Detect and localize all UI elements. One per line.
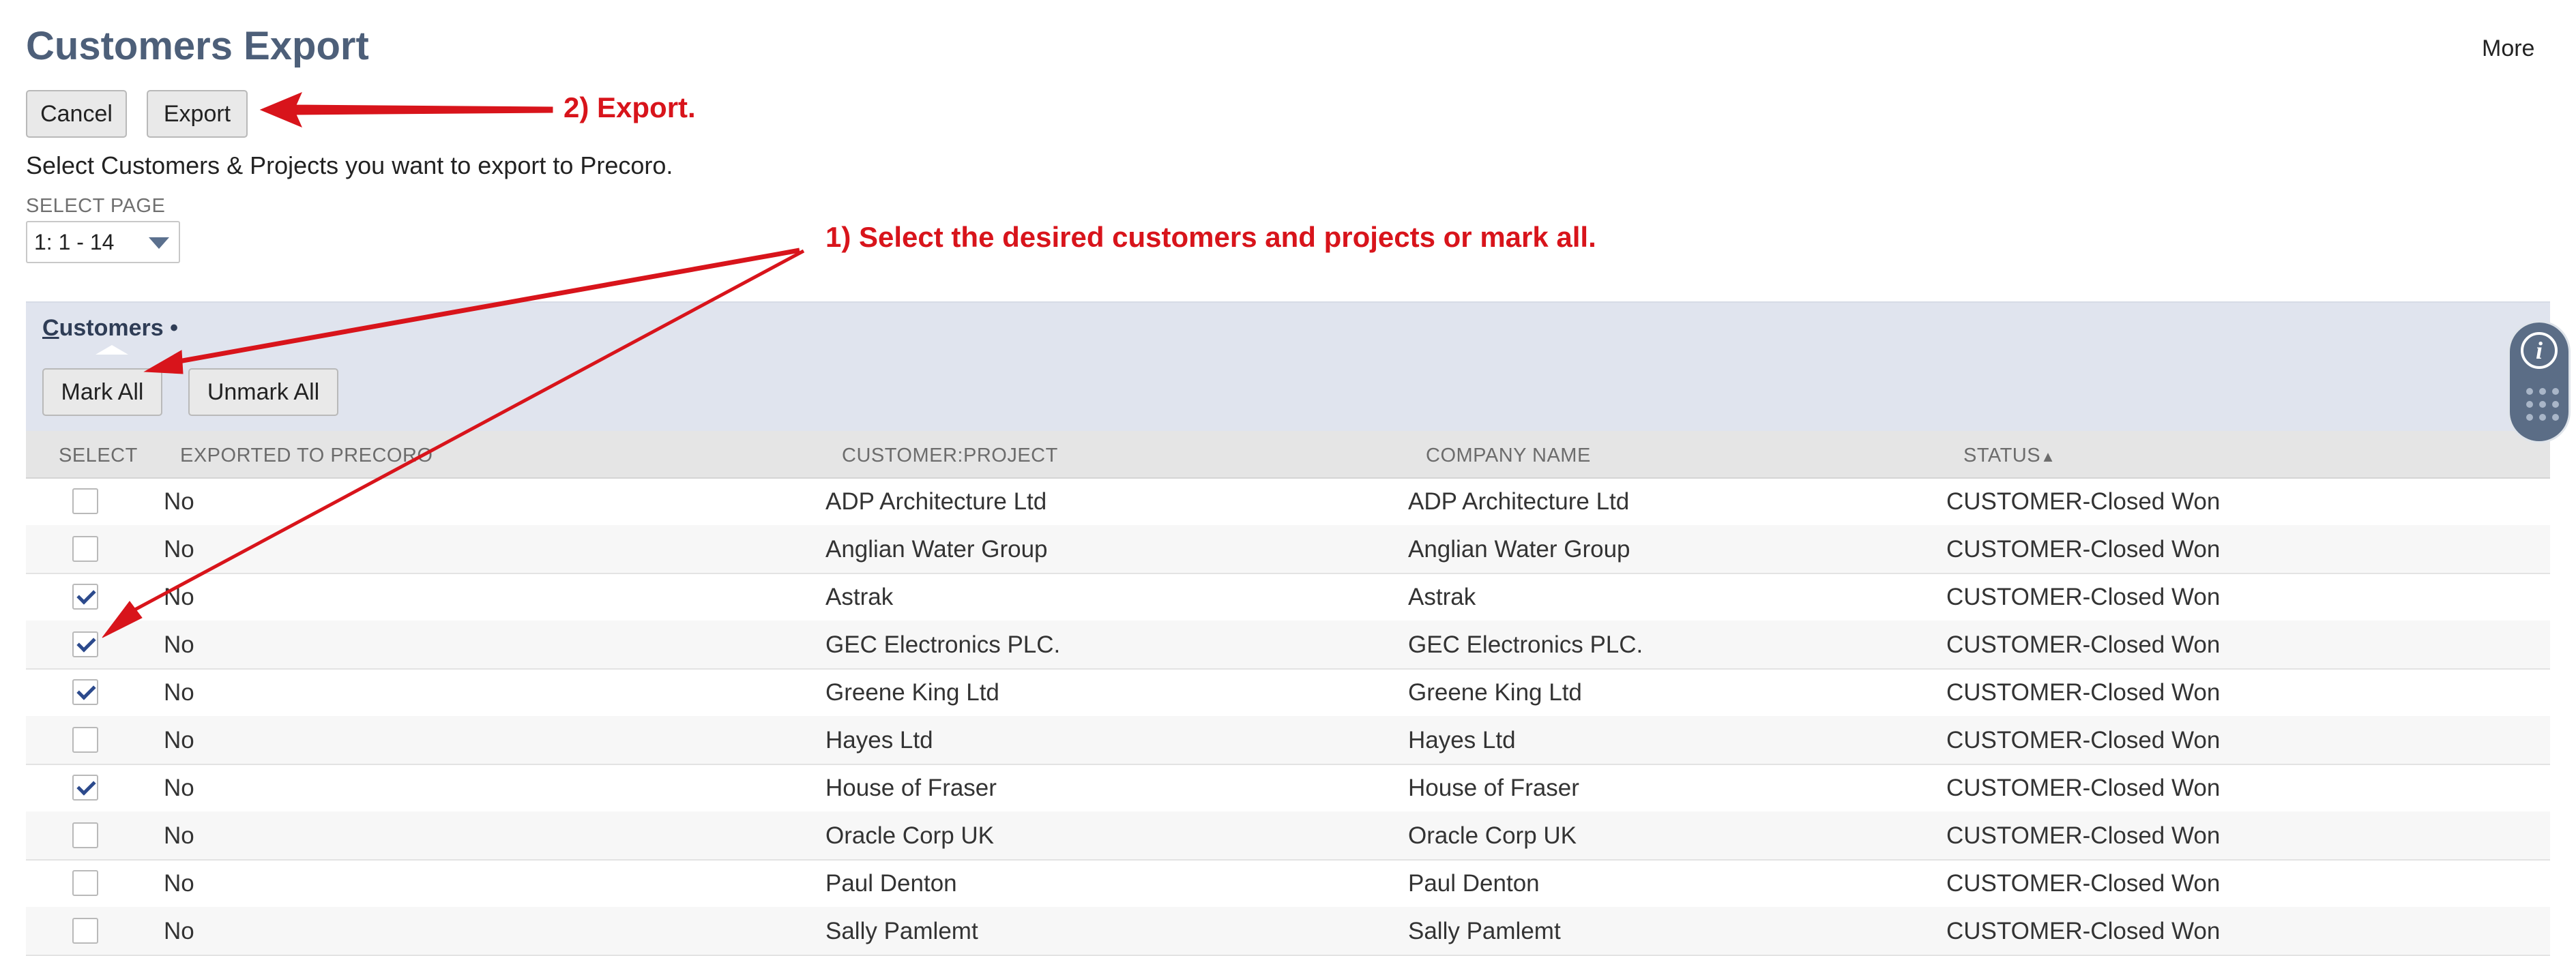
- export-button[interactable]: Export: [147, 90, 248, 138]
- company-name-cell: Hayes Ltd: [1408, 727, 1516, 753]
- page-title: Customers Export: [26, 24, 369, 68]
- side-help-widget[interactable]: i: [2508, 320, 2571, 443]
- company-name-cell: Oracle Corp UK: [1408, 822, 1577, 849]
- more-menu-link[interactable]: More: [2482, 35, 2534, 62]
- tab-customers-access-key: C: [42, 314, 59, 341]
- status-cell: CUSTOMER-Closed Won: [1946, 822, 2221, 849]
- grid-dots-icon[interactable]: [2526, 388, 2559, 421]
- chevron-down-icon: [149, 237, 169, 249]
- company-name-cell: House of Fraser: [1408, 775, 1579, 801]
- exported-cell: No: [164, 536, 194, 563]
- column-header-select[interactable]: SELECT: [59, 445, 138, 467]
- column-header-company-name[interactable]: COMPANY NAME: [1426, 445, 1591, 467]
- status-cell: CUSTOMER-Closed Won: [1946, 679, 2221, 706]
- column-header-status-label: STATUS: [1963, 445, 2041, 466]
- status-cell: CUSTOMER-Closed Won: [1946, 584, 2221, 610]
- status-cell: CUSTOMER-Closed Won: [1946, 918, 2221, 944]
- customer-project-cell[interactable]: Paul Denton: [825, 870, 957, 897]
- sort-ascending-icon: ▲: [2040, 448, 2056, 465]
- table-row: No GEC Electronics PLC. GEC Electronics PL…: [26, 621, 2550, 670]
- exported-cell: No: [164, 918, 194, 944]
- company-name-cell: Astrak: [1408, 584, 1476, 610]
- column-header-exported[interactable]: EXPORTED TO PRECORO: [180, 445, 433, 467]
- exported-cell: No: [164, 775, 194, 801]
- exported-cell: No: [164, 584, 194, 610]
- select-checkbox[interactable]: [72, 918, 98, 944]
- select-checkbox[interactable]: [72, 870, 98, 896]
- company-name-cell: GEC Electronics PLC.: [1408, 631, 1643, 658]
- select-checkbox[interactable]: [72, 679, 98, 705]
- select-checkbox[interactable]: [72, 584, 98, 610]
- cancel-button[interactable]: Cancel: [26, 90, 127, 138]
- customer-project-cell[interactable]: Hayes Ltd: [825, 727, 933, 754]
- table-header-row: SELECT EXPORTED TO PRECORO CUSTOMER:PROJ…: [26, 431, 2550, 479]
- exported-cell: No: [164, 870, 194, 897]
- table-row: No Greene King Ltd Greene King Ltd CUSTOMER…: [26, 668, 2550, 717]
- company-name-cell: Anglian Water Group: [1408, 536, 1630, 563]
- status-cell: CUSTOMER-Closed Won: [1946, 870, 2221, 897]
- select-checkbox[interactable]: [72, 822, 98, 848]
- customer-project-cell[interactable]: ADP Architecture Ltd: [825, 488, 1046, 516]
- select-checkbox[interactable]: [72, 775, 98, 801]
- instructions-text: Select Customers & Projects you want to …: [26, 151, 673, 179]
- status-cell: CUSTOMER-Closed Won: [1946, 631, 2221, 658]
- status-cell: CUSTOMER-Closed Won: [1946, 727, 2221, 753]
- exported-cell: No: [164, 822, 194, 849]
- annotation-export-step: 2) Export.: [564, 91, 696, 123]
- select-checkbox[interactable]: [72, 536, 98, 562]
- customer-project-cell[interactable]: Greene King Ltd: [825, 679, 999, 706]
- info-icon[interactable]: i: [2521, 332, 2558, 369]
- table-row: No ADP Architecture Ltd ADP Architecture L…: [26, 477, 2550, 526]
- table-row: No Anglian Water Group Anglian Water Group…: [26, 525, 2550, 574]
- unmark-all-button[interactable]: Unmark All: [188, 368, 338, 416]
- customer-project-cell[interactable]: Anglian Water Group: [825, 536, 1048, 563]
- table-row: No Hayes Ltd Hayes Ltd CUSTOMER-Closed Won: [26, 716, 2550, 765]
- status-cell: CUSTOMER-Closed Won: [1946, 775, 2221, 801]
- table-row: No Paul Denton Paul Denton CUSTOMER-Closed …: [26, 859, 2550, 908]
- column-header-customer-project[interactable]: CUSTOMER:PROJECT: [842, 445, 1058, 467]
- select-page-dropdown[interactable]: 1: 1 - 14: [26, 221, 180, 263]
- customer-project-cell[interactable]: GEC Electronics PLC.: [825, 631, 1060, 659]
- company-name-cell: Greene King Ltd: [1408, 679, 1582, 706]
- customer-project-cell[interactable]: Sally Pamlemt: [825, 918, 978, 945]
- exported-cell: No: [164, 679, 194, 706]
- customer-project-cell[interactable]: House of Fraser: [825, 775, 997, 802]
- status-cell: CUSTOMER-Closed Won: [1946, 488, 2221, 515]
- company-name-cell: Sally Pamlemt: [1408, 918, 1561, 944]
- exported-cell: No: [164, 488, 194, 515]
- status-cell: CUSTOMER-Closed Won: [1946, 536, 2221, 563]
- customer-project-cell[interactable]: Oracle Corp UK: [825, 822, 994, 850]
- select-page-label: SELECT PAGE: [26, 195, 166, 217]
- tab-pointer: [96, 345, 128, 355]
- arrow-to-export: [259, 92, 553, 128]
- exported-cell: No: [164, 631, 194, 658]
- customer-project-cell[interactable]: Astrak: [825, 584, 893, 611]
- select-checkbox[interactable]: [72, 727, 98, 753]
- company-name-cell: Paul Denton: [1408, 870, 1540, 897]
- table-row: No Sally Pamlemt Sally Pamlemt CUSTOMER-Clo…: [26, 907, 2550, 956]
- select-checkbox[interactable]: [72, 631, 98, 657]
- tab-customers-marker: •: [170, 314, 178, 341]
- table-row: No Astrak Astrak CUSTOMER-Closed Won: [26, 573, 2550, 622]
- mark-all-button[interactable]: Mark All: [42, 368, 162, 416]
- select-checkbox[interactable]: [72, 488, 98, 514]
- select-page-value: 1: 1 - 14: [34, 229, 115, 254]
- table-row: No House of Fraser House of Fraser CUSTOMER…: [26, 764, 2550, 813]
- exported-cell: No: [164, 727, 194, 753]
- annotation-select-step: 1) Select the desired customers and proj…: [825, 221, 1596, 253]
- column-header-status[interactable]: STATUS▲: [1963, 445, 2055, 467]
- table-row: No Oracle Corp UK Oracle Corp UK CUSTOMER-C…: [26, 811, 2550, 861]
- tab-customers-label: ustomers: [59, 314, 164, 341]
- company-name-cell: ADP Architecture Ltd: [1408, 488, 1630, 515]
- customers-sublist-panel: [26, 301, 2550, 432]
